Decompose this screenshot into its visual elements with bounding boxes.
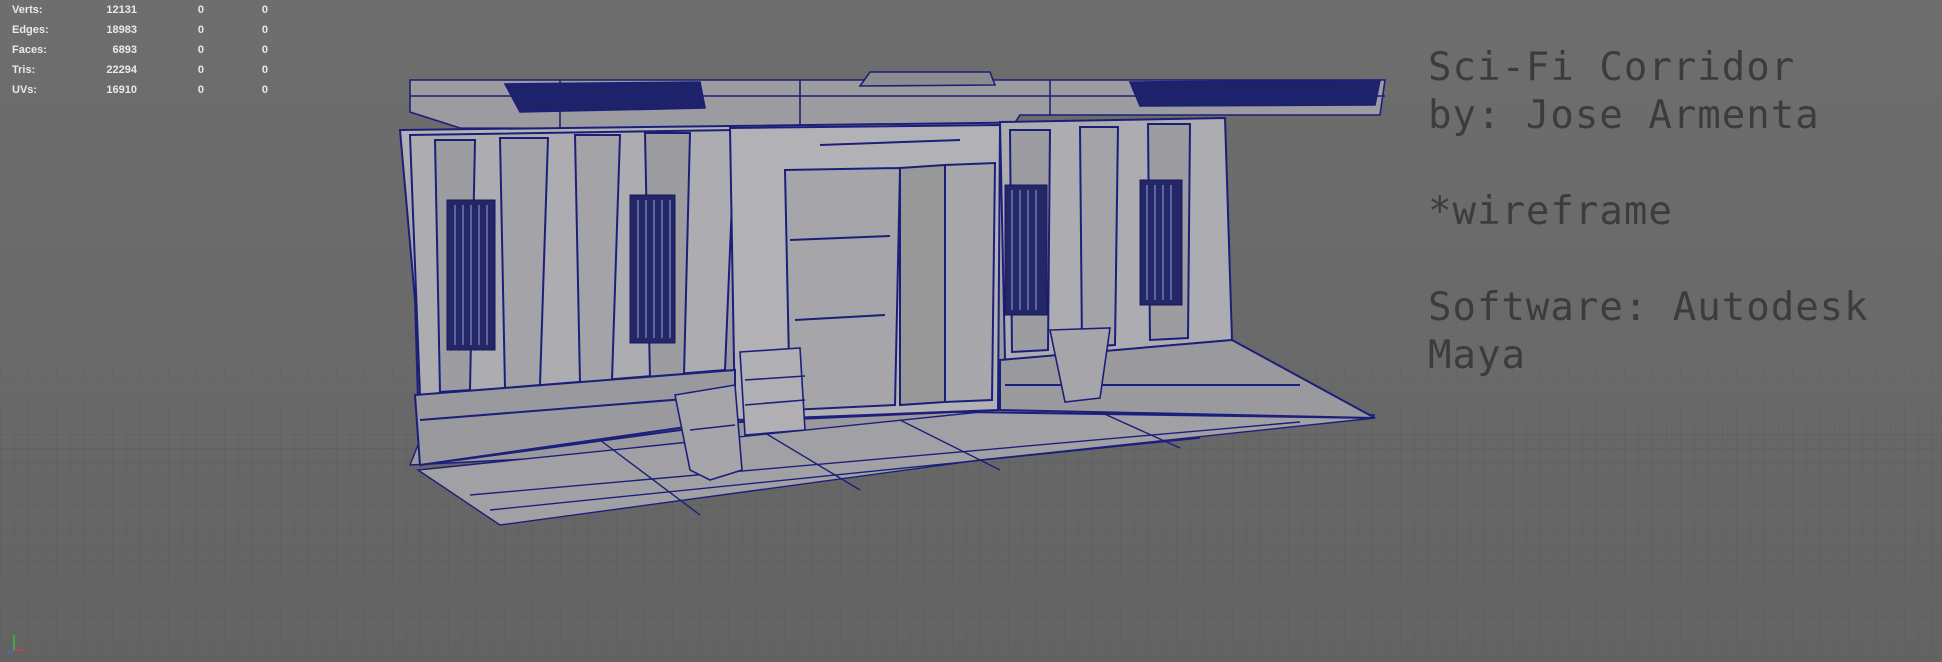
hud-label: Tris: [12, 64, 36, 76]
corridor-canopy [409, 71, 1386, 131]
hud-total: 12131 [106, 4, 137, 16]
hud-selected: 0 [197, 24, 204, 36]
hud-row-tris: Tris: 22294 0 0 [12, 60, 272, 80]
hud-total: 6893 [112, 44, 137, 56]
maya-viewport[interactable]: Verts: 12131 0 0 Edges: 18983 0 0 Faces:… [0, 0, 1942, 662]
hud-selected: 0 [197, 4, 204, 16]
view-axis-gizmo-icon [7, 635, 24, 654]
overlay-note: *wireframe [1428, 189, 1673, 234]
hud-component: 0 [261, 64, 268, 76]
hud-label: Verts: [12, 4, 43, 16]
hud-total: 16910 [106, 84, 137, 96]
hud-label: UVs: [12, 84, 38, 96]
hud-label: Edges: [12, 24, 49, 36]
overlay-software-line1: Software: Autodesk [1428, 285, 1869, 330]
hud-component: 0 [261, 24, 268, 36]
hud-row-uvs: UVs: 16910 0 0 [12, 80, 272, 100]
overlay-title: Sci-Fi Corridor [1428, 45, 1796, 90]
hud-component: 0 [261, 4, 268, 16]
hud-component: 0 [261, 84, 268, 96]
overlay-software-line2: Maya [1428, 333, 1526, 378]
overlay-caption: Sci-Fi Corridor by: Jose Armenta *wirefr… [1428, 44, 1928, 380]
hud-total: 18983 [106, 24, 137, 36]
hud-row-verts: Verts: 12131 0 0 [12, 0, 272, 20]
hud-row-edges: Edges: 18983 0 0 [12, 20, 272, 40]
hud-selected: 0 [197, 44, 204, 56]
overlay-author: by: Jose Armenta [1428, 93, 1820, 138]
hud-selected: 0 [197, 84, 204, 96]
hud-selected: 0 [197, 64, 204, 76]
hud-component: 0 [261, 44, 268, 56]
poly-count-hud: Verts: 12131 0 0 Edges: 18983 0 0 Faces:… [12, 0, 272, 100]
hud-total: 22294 [106, 64, 137, 76]
hud-row-faces: Faces: 6893 0 0 [12, 40, 272, 60]
corridor-wall [398, 116, 1376, 467]
hud-label: Faces: [12, 44, 47, 56]
